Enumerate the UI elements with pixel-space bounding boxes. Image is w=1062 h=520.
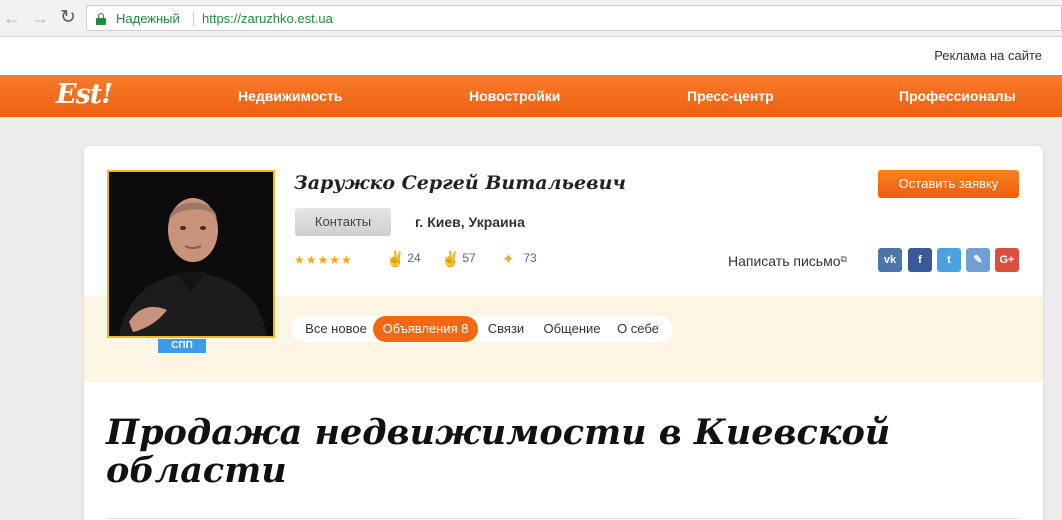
reload-icon[interactable]: ↻ — [58, 8, 78, 28]
secure-label: Надежный — [116, 11, 180, 26]
site-logo[interactable]: Est! — [56, 79, 113, 110]
nav-item-realty[interactable]: Недвижимость — [238, 88, 342, 104]
nav-item-new-buildings[interactable]: Новостройки — [469, 88, 560, 104]
ads-link[interactable]: Реклама на сайте — [934, 48, 1042, 63]
pencil-icon[interactable]: ✎ — [966, 248, 990, 272]
stat-likes: ✌ 24 — [386, 250, 421, 268]
divider — [106, 518, 1021, 519]
top-strip: Реклама на сайте — [0, 37, 1062, 75]
thumbs-up-icon: ✌ — [386, 251, 405, 268]
avatar[interactable] — [107, 170, 275, 338]
write-message-link[interactable]: Написать письмо⧉ — [728, 253, 847, 269]
stat-likes-value: 24 — [407, 251, 421, 265]
stat-sparkles-value: 73 — [523, 251, 537, 265]
lock-icon — [96, 13, 106, 25]
arrow-right-icon[interactable]: → — [30, 8, 50, 28]
tab-communication[interactable]: Общение — [536, 316, 608, 342]
profile-card: СПП Заружко Сергей Витальевич Контакты г… — [84, 146, 1043, 520]
tab-connections[interactable]: Связи — [480, 316, 532, 342]
sparkle-icon: ✦ — [502, 251, 515, 268]
thumbs-down-icon: ✌ — [441, 251, 460, 268]
profile-tabs: Все новое Объявления 8 Связи Общение О с… — [291, 316, 672, 342]
stat-dislikes-value: 57 — [462, 251, 476, 265]
stat-sparkles: ✦ 73 — [502, 250, 537, 268]
stat-dislikes: ✌ 57 — [441, 250, 476, 268]
order-button[interactable]: Оставить заявку — [878, 170, 1019, 198]
tab-all-new[interactable]: Все новое — [295, 316, 377, 342]
nav-item-professionals[interactable]: Профессионалы — [899, 88, 1016, 104]
tab-about[interactable]: О себе — [610, 316, 666, 342]
facebook-icon[interactable]: f — [908, 248, 932, 272]
vk-icon[interactable]: vk — [878, 248, 902, 272]
contacts-button[interactable]: Контакты — [295, 208, 391, 236]
profile-name: Заружко Сергей Витальевич — [294, 172, 627, 194]
write-message-label[interactable]: Написать письмо — [728, 253, 840, 269]
omnibox-divider — [193, 11, 194, 26]
nav-item-press-center[interactable]: Пресс-центр — [687, 88, 774, 104]
arrow-left-icon[interactable]: ← — [2, 8, 22, 28]
site-header: Est! Недвижимость Новостройки Пресс-цент… — [0, 75, 1062, 117]
address-bar[interactable]: Надежный https://zaruzhko.est.ua — [86, 5, 1062, 31]
google-plus-icon[interactable]: G+ — [995, 248, 1019, 272]
twitter-icon[interactable]: t — [937, 248, 961, 272]
profile-location: г. Киев, Украина — [415, 214, 525, 230]
external-link-icon: ⧉ — [840, 254, 847, 264]
status-badge: СПП — [158, 339, 206, 353]
page-title: Продажа недвижимости в Киевской области — [106, 412, 891, 491]
browser-toolbar: ← → ↻ Надежный https://zaruzhko.est.ua — [0, 0, 1062, 37]
url-text[interactable]: https://zaruzhko.est.ua — [202, 11, 333, 26]
rating-stars: ★★★★★ — [294, 253, 353, 267]
avatar-photo — [109, 172, 273, 336]
tab-listings[interactable]: Объявления 8 — [373, 316, 478, 342]
